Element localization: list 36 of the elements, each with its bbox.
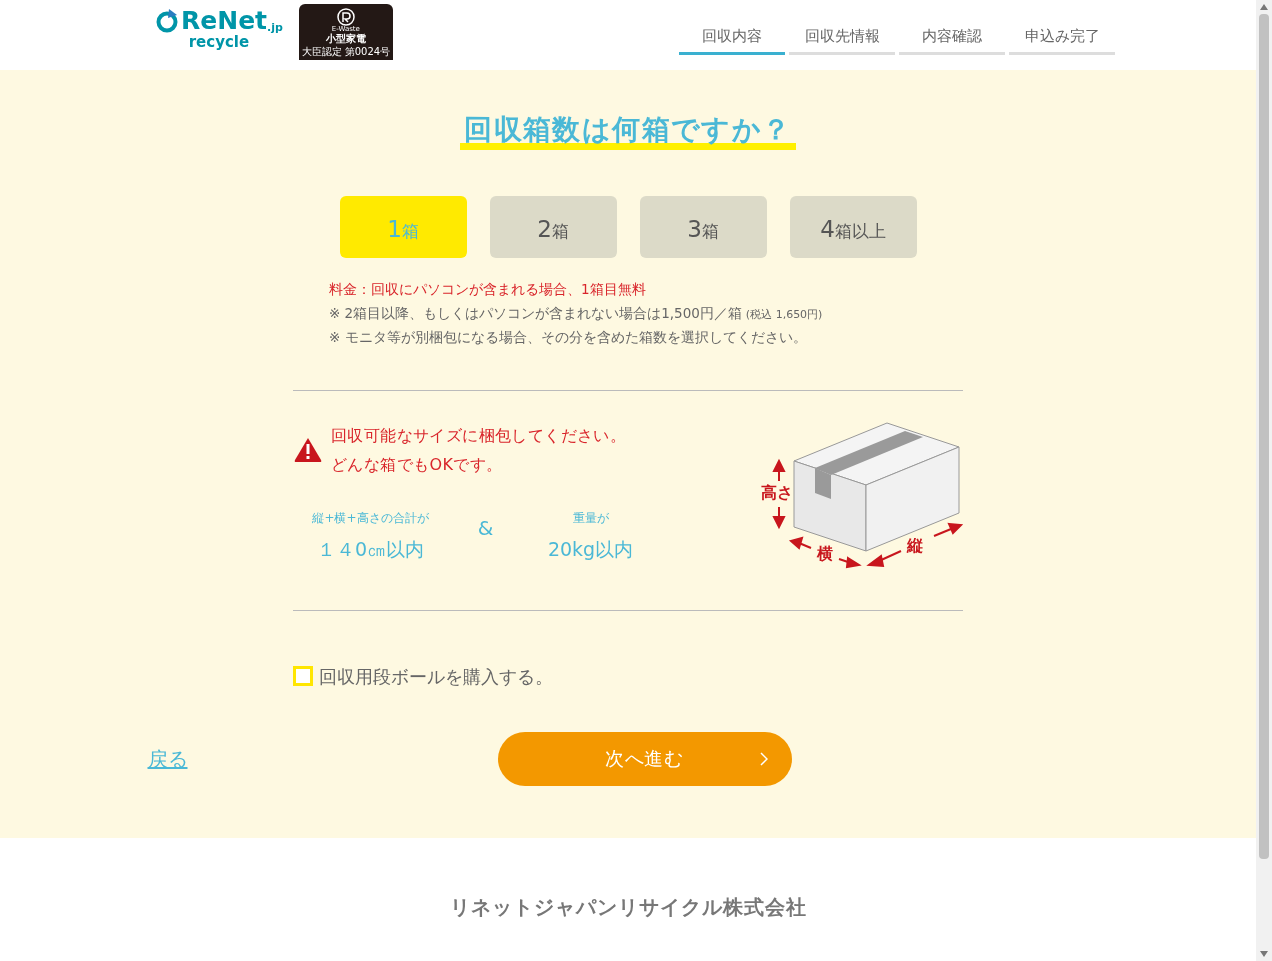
limit-value: １４0㎝以内 bbox=[316, 536, 425, 562]
chevron-right-icon bbox=[759, 751, 768, 766]
ampersand: & bbox=[476, 514, 495, 542]
size-instruction: 回収可能なサイズに梱包してください。 bbox=[331, 424, 627, 447]
box-count-option[interactable]: 2箱 bbox=[489, 196, 617, 258]
logo-subtitle: recycle bbox=[188, 35, 250, 50]
monitor-note: ※ モニタ等が別梱包になる場合、その分を含めた箱数を選択してください。 bbox=[329, 328, 808, 347]
scroll-up-icon[interactable] bbox=[1260, 4, 1268, 10]
limit-caption: 重量が bbox=[572, 509, 609, 527]
scroll-thumb[interactable] bbox=[1259, 14, 1269, 859]
logo-suffix: .jp bbox=[267, 22, 283, 33]
badge-title: 小型家電 bbox=[325, 33, 366, 46]
company-name: リネットジャパンリサイクル株式会社 bbox=[449, 894, 807, 921]
step-tab[interactable]: 回収内容 bbox=[679, 25, 785, 55]
step-tab[interactable]: 申込み完了 bbox=[1009, 25, 1115, 55]
badge-caption: 大臣認定 第0024号 bbox=[301, 45, 391, 58]
limit-caption: 縦+横+高さの合計が bbox=[312, 509, 429, 527]
question-title: 回収箱数は何箱ですか？ bbox=[460, 112, 796, 150]
warning-icon bbox=[293, 436, 323, 463]
box-count-option[interactable]: 4箱以上 bbox=[789, 196, 917, 258]
renet-logo[interactable]: ReNet.jp recycle bbox=[155, 8, 283, 50]
size-instruction: どんな箱でもOKです。 bbox=[331, 453, 504, 476]
scrollbar[interactable] bbox=[1256, 0, 1272, 961]
box-count-option[interactable]: 3箱 bbox=[639, 196, 767, 258]
checkbox-label: 回収用段ボールを購入する。 bbox=[319, 664, 553, 689]
step-tab[interactable]: 内容確認 bbox=[899, 25, 1005, 55]
recycle-mark-icon bbox=[336, 8, 355, 26]
purchase-checkbox[interactable] bbox=[293, 666, 313, 686]
logo-name: ReNet bbox=[181, 8, 268, 33]
scroll-down-icon[interactable] bbox=[1260, 951, 1268, 957]
step-tab[interactable]: 回収先情報 bbox=[789, 25, 895, 55]
box-size-drawing: 高さ 横 縦 bbox=[759, 420, 963, 581]
limit-value: 20kg以内 bbox=[547, 536, 634, 562]
fee-note: 料金：回収にパソコンが含まれる場合、1箱目無料 bbox=[329, 280, 647, 299]
price-note: ※ 2箱目以降、もしくはパソコンが含まれない場合は1,500円／箱 bbox=[329, 303, 742, 323]
tax-note: (税込 1,650円) bbox=[745, 306, 823, 323]
